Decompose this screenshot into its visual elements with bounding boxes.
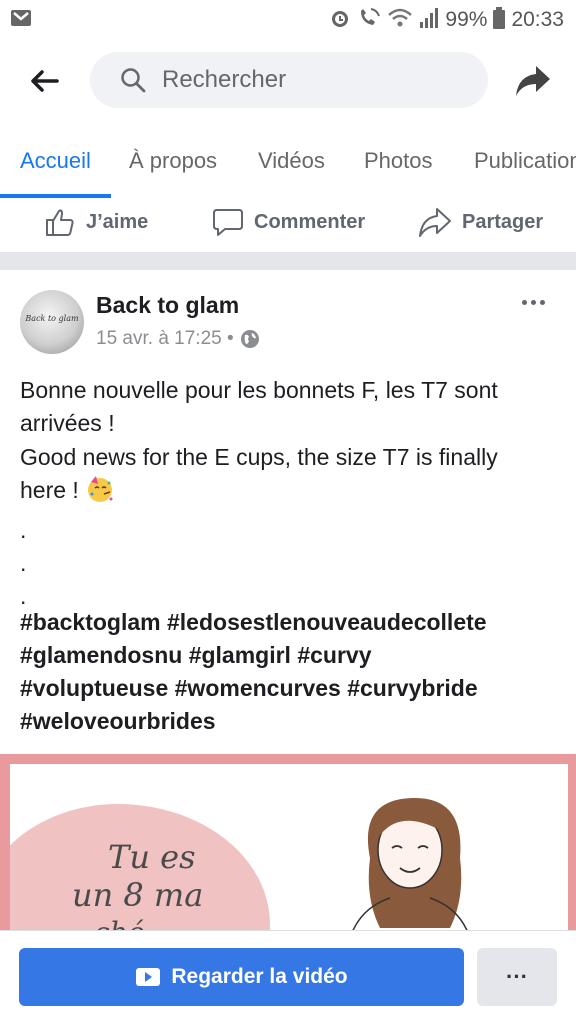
wifi-icon [387, 7, 413, 34]
post-meta: 15 avr. à 17:25 • [96, 328, 260, 350]
post-body-line: . [20, 516, 27, 543]
watch-video-label: Regarder la vidéo [171, 965, 348, 988]
post-timestamp[interactable]: 15 avr. à 17:25 • [96, 328, 234, 350]
page-tabs: Accueil À propos Vidéos Photos Publicati… [0, 122, 576, 199]
comment-button[interactable]: Commenter [212, 202, 365, 242]
back-arrow-icon [31, 70, 59, 92]
avatar-logo-text: Back to glam [25, 314, 79, 323]
hashtag-line[interactable]: #weloveourbrides [20, 705, 570, 738]
video-handwritten-text: Tu es [108, 838, 196, 876]
post-body-line: Bonne nouvelle pour les bonnets F, les T… [20, 377, 498, 403]
play-icon [136, 968, 161, 986]
tab-a-propos[interactable]: À propos [129, 148, 217, 174]
feed-divider [0, 252, 576, 270]
status-icons: 99% 20:33 [329, 6, 564, 34]
post-body-line: arrivées ! [20, 410, 115, 437]
hashtag-line[interactable]: #voluptueuse #womencurves #curvybride [20, 672, 570, 705]
more-options-button[interactable]: ··· [477, 948, 557, 1006]
post-body-line: Good news for the E cups, the size T7 is… [20, 443, 498, 470]
comment-icon [213, 209, 243, 236]
battery-percent: 99% [445, 8, 488, 31]
wifi-call-icon [357, 7, 381, 34]
more-options-label: ··· [506, 964, 528, 989]
like-icon [46, 209, 74, 236]
battery-icon [493, 6, 506, 34]
post-actions: J’aime Commenter Partager [0, 198, 576, 252]
clock: 20:33 [511, 8, 564, 31]
illustrated-woman-image [352, 798, 468, 930]
post-hashtags: #backtoglam #ledosestlenouveaudecollete … [20, 606, 570, 738]
party-face-emoji-icon [85, 474, 115, 513]
watch-video-button[interactable]: Regarder la vidéo [19, 948, 464, 1006]
share-arrow-icon [419, 208, 451, 237]
share-label: Partager [462, 210, 544, 233]
search-input[interactable] [160, 65, 464, 95]
search-bar[interactable] [90, 52, 488, 108]
post-body-line: . [20, 550, 27, 577]
avatar[interactable]: Back to glam [20, 290, 84, 354]
post-author[interactable]: Back to glam [96, 292, 239, 319]
post-body: Bonne nouvelle pour les bonnets F, les T… [20, 374, 560, 614]
hashtag-line[interactable]: #glamendosnu #glamgirl #curvy [20, 639, 570, 672]
video-handwritten-text: ché... [94, 916, 171, 930]
share-icon [516, 66, 550, 96]
globe-icon [240, 330, 259, 348]
search-icon [120, 66, 148, 94]
video-thumbnail: Tu es un 8 ma ché... [10, 764, 568, 930]
share-post-button[interactable]: Partager [418, 202, 543, 242]
hashtag-line[interactable]: #backtoglam #ledosestlenouveaudecollete [20, 606, 570, 639]
signal-icon [419, 7, 439, 34]
video-handwritten-text: un 8 ma [72, 876, 204, 914]
back-button[interactable] [22, 62, 66, 100]
share-button[interactable] [510, 58, 556, 104]
status-bar: 99% 20:33 [0, 0, 576, 40]
gmail-icon [10, 9, 32, 32]
like-button[interactable]: J’aime [44, 202, 148, 242]
tab-videos[interactable]: Vidéos [258, 148, 325, 174]
tab-photos[interactable]: Photos [364, 148, 433, 174]
video-action-bar: Regarder la vidéo ··· [0, 930, 576, 1025]
top-bar [0, 40, 576, 123]
post-options-button[interactable] [516, 292, 550, 312]
tab-accueil[interactable]: Accueil [20, 148, 91, 174]
comment-label: Commenter [254, 210, 366, 233]
tab-publications[interactable]: Publications [474, 148, 576, 174]
video-preview[interactable]: Tu es un 8 ma ché... [0, 754, 576, 930]
like-label: J’aime [86, 210, 149, 233]
alarm-icon [329, 7, 351, 34]
post-body-line: here ! [20, 474, 560, 513]
